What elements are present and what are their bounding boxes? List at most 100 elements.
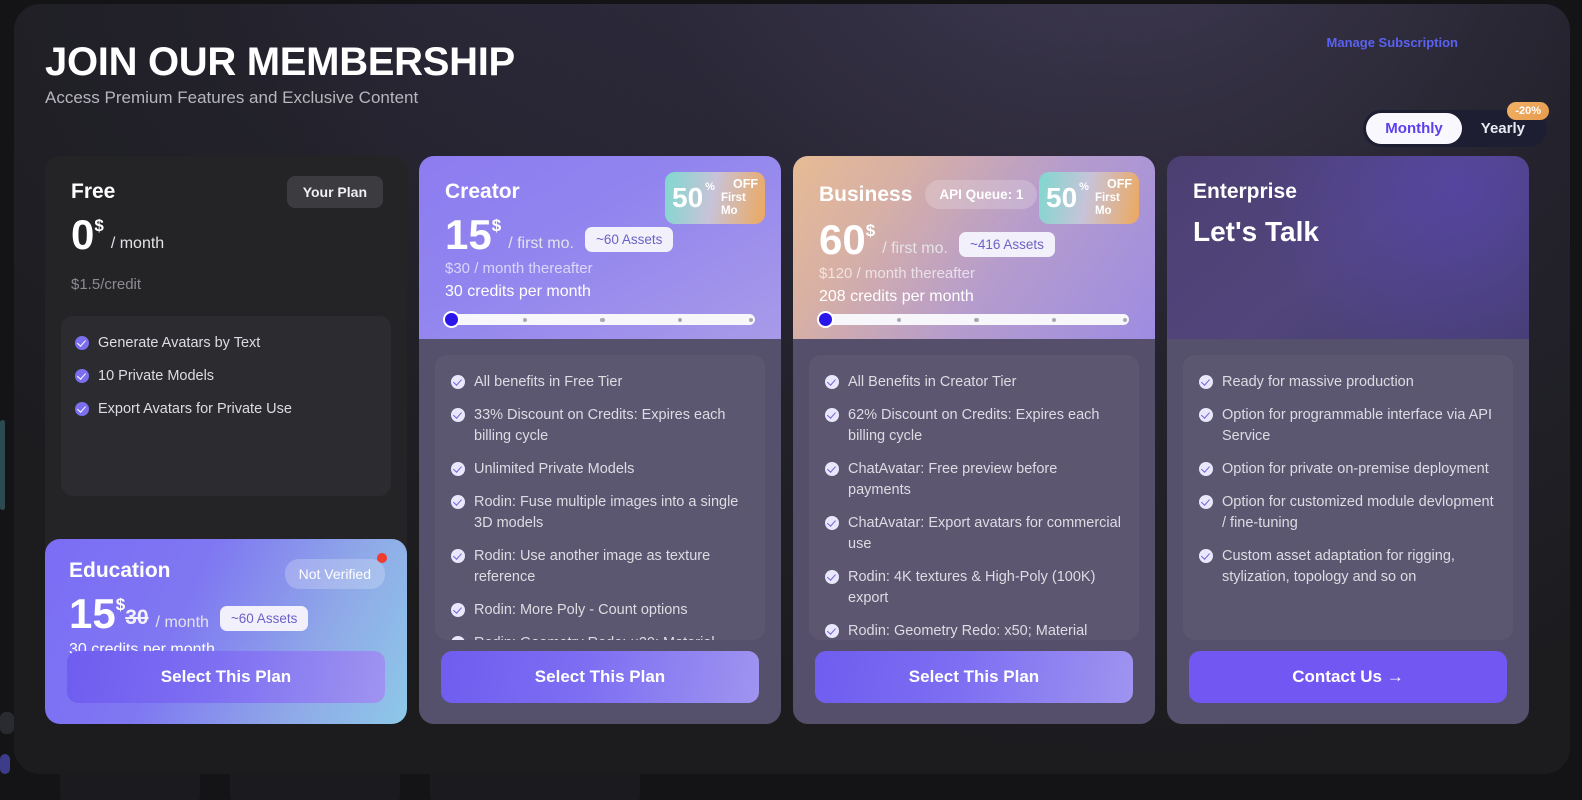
feature-text: Generate Avatars by Text [98, 335, 261, 351]
discount-sub-label: First Mo [720, 192, 746, 217]
price-period-education: / month [155, 614, 209, 631]
discount-off-label: OFF [733, 177, 758, 192]
discount-percent-symbol: % [705, 181, 715, 193]
feature-item: 62% Discount on Credits: Expires each bi… [825, 405, 1123, 447]
yearly-discount-badge: -20% [1507, 102, 1549, 120]
plan-card-education: Education Not Verified 15 $ 30 / month ~… [45, 539, 407, 724]
feature-text: Option for programmable interface via AP… [1222, 407, 1492, 445]
feature-text: 33% Discount on Credits: Expires each bi… [474, 407, 726, 445]
check-icon [1199, 495, 1213, 510]
check-icon [75, 402, 89, 417]
enterprise-header: Enterprise Let's Talk [1167, 156, 1529, 339]
toggle-monthly[interactable]: Monthly [1366, 113, 1462, 144]
discount-number: 50 [1046, 182, 1078, 213]
select-plan-button-business[interactable]: Select This Plan [815, 651, 1133, 703]
discount-percent-symbol: % [1079, 181, 1089, 193]
check-icon [1199, 462, 1213, 477]
discount-badge-business: 50 % OFF First Mo [1039, 172, 1139, 224]
your-plan-badge: Your Plan [286, 176, 383, 208]
feature-text: Rodin: More Poly - Count options [474, 602, 688, 619]
manage-subscription-link[interactable]: Manage Subscription [1327, 35, 1458, 50]
price-thereafter-creator: $30 / month thereafter [445, 260, 593, 277]
feature-item: Custom asset adaptation for rigging, sty… [1199, 546, 1497, 588]
feature-list-free: Generate Avatars by Text 10 Private Mode… [61, 316, 391, 496]
plan-name-business: Business [819, 182, 913, 206]
price-currency-creator: $ [491, 216, 502, 235]
feature-item: Rodin: Geometry Redo: ×20; Material [451, 633, 749, 640]
price-currency-education: $ [115, 595, 126, 614]
check-icon [451, 462, 465, 477]
feature-text: Ready for massive production [1222, 374, 1414, 390]
plan-card-enterprise: Enterprise Let's Talk Ready for massive … [1167, 156, 1529, 724]
feature-item: Option for private on-premise deployment [1199, 459, 1497, 480]
page-title: JOIN OUR MEMBERSHIP [45, 40, 515, 84]
feature-item: Unlimited Private Models [451, 459, 749, 480]
feature-item: 33% Discount on Credits: Expires each bi… [451, 405, 749, 447]
billing-period-toggle[interactable]: Monthly Yearly -20% [1363, 102, 1549, 147]
assets-badge-business: ~416 Assets [958, 232, 1055, 257]
feature-text: Unlimited Private Models [474, 461, 635, 478]
check-icon [825, 570, 839, 585]
price-thereafter-business: $120 / month thereafter [819, 265, 975, 282]
check-icon [451, 603, 465, 618]
slider-tick [974, 317, 979, 322]
slider-tick [522, 317, 527, 322]
price-amount-education: 15 [69, 590, 116, 637]
feature-text: ChatAvatar: Free preview before payments [848, 461, 1058, 499]
feature-text: 62% Discount on Credits: Expires each bi… [848, 407, 1100, 445]
feature-item: ChatAvatar: Export avatars for commercia… [825, 513, 1123, 555]
plan-name-creator: Creator [445, 180, 520, 203]
credits-slider-creator[interactable] [443, 311, 755, 328]
feature-item: Rodin: 4K textures & High-Poly (100K) ex… [825, 567, 1123, 609]
price-row-free: 0 $ / month [71, 214, 381, 256]
check-icon [451, 636, 465, 640]
check-icon [825, 462, 839, 477]
feature-list-creator: All benefits in Free Tier 33% Discount o… [435, 355, 765, 640]
background-artifact [0, 712, 14, 734]
slider-tick [1051, 317, 1056, 322]
price-original-education: 30 [125, 606, 149, 629]
check-icon [825, 624, 839, 639]
feature-item: Ready for massive production [1199, 372, 1497, 393]
select-plan-button-creator[interactable]: Select This Plan [441, 651, 759, 703]
contact-us-button[interactable]: Contact Us → [1189, 651, 1507, 703]
feature-item: ChatAvatar: Free preview before payments [825, 459, 1123, 501]
feature-text: Rodin: Use another image as texture refe… [474, 548, 711, 586]
feature-list-enterprise: Ready for massive production Option for … [1183, 355, 1513, 640]
free-header: Free Your Plan 0 $ / month $1.5/credit [45, 156, 407, 316]
slider-tick [600, 317, 605, 322]
api-queue-badge: API Queue: 1 [925, 180, 1038, 209]
check-icon [825, 375, 839, 389]
feature-item: Generate Avatars by Text [75, 333, 377, 354]
business-header: Business API Queue: 1 50 % OFF First Mo … [793, 156, 1155, 339]
feature-text: Custom asset adaptation for rigging, sty… [1222, 548, 1455, 586]
check-icon [75, 369, 89, 384]
slider-thumb[interactable] [443, 311, 460, 328]
feature-item: Export Avatars for Private Use [75, 399, 377, 420]
page-root: JOIN OUR MEMBERSHIP Access Premium Featu… [0, 0, 1582, 800]
feature-item: 10 Private Models [75, 366, 377, 387]
feature-text: 10 Private Models [98, 368, 215, 385]
check-icon [75, 336, 89, 350]
membership-modal: JOIN OUR MEMBERSHIP Access Premium Featu… [14, 4, 1570, 774]
price-row-business: 60 $ / first mo. ~416 Assets [819, 219, 1129, 261]
alert-dot-icon [377, 553, 387, 563]
feature-item: Rodin: Use another image as texture refe… [451, 546, 749, 588]
background-artifact [0, 754, 10, 774]
feature-text: All benefits in Free Tier [474, 374, 623, 390]
enterprise-headline: Let's Talk [1193, 216, 1319, 247]
slider-thumb[interactable] [817, 311, 834, 328]
feature-text: Export Avatars for Private Use [98, 401, 292, 418]
price-period-creator: / first mo. [508, 235, 574, 252]
discount-badge-creator: 50 % OFF First Mo [665, 172, 765, 224]
feature-text: Rodin: Fuse multiple images into a singl… [474, 494, 739, 532]
feature-item: All benefits in Free Tier [451, 372, 749, 393]
check-icon [1199, 375, 1213, 389]
check-icon [451, 408, 465, 423]
feature-item: Rodin: Geometry Redo: x50; Material [825, 621, 1123, 640]
not-verified-badge: Not Verified [284, 559, 385, 589]
select-plan-button-education[interactable]: Select This Plan [67, 651, 385, 703]
background-artifact [0, 420, 5, 510]
feature-text: All Benefits in Creator Tier [848, 374, 1017, 390]
credits-slider-business[interactable] [817, 311, 1129, 328]
